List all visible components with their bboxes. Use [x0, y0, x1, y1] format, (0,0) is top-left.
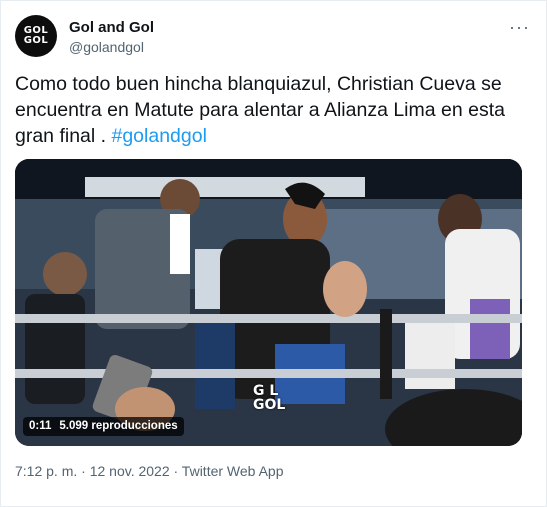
hashtag-link[interactable]: #golandgol — [111, 125, 206, 147]
tweet-meta[interactable]: 7:12 p. m. · 12 nov. 2022 · Twitter Web … — [15, 462, 283, 480]
tweet-text: Como todo buen hincha blanquiazul, Chris… — [15, 71, 530, 149]
author-names: Gol and Gol @golandgol — [69, 19, 154, 56]
video-watermark-logo: G L GOL — [253, 384, 285, 412]
tweet-body: Como todo buen hincha blanquiazul, Chris… — [15, 73, 505, 147]
display-name[interactable]: Gol and Gol — [69, 19, 154, 37]
watermark-line2: GOL — [253, 397, 286, 413]
avatar[interactable]: GOL GOL — [15, 15, 57, 57]
video-views: 5.099 reproducciones — [59, 420, 178, 432]
tweet-card: GOL GOL Gol and Gol @golandgol ··· Como … — [0, 0, 547, 507]
tweet-header: GOL GOL Gol and Gol @golandgol ··· — [15, 15, 534, 61]
avatar-logo-bottom: GOL — [23, 35, 49, 46]
video-info-badge: 0:11 5.099 reproducciones — [23, 417, 184, 436]
watermark-line1: G L — [253, 383, 279, 399]
video-player[interactable]: G L GOL 0:11 5.099 reproducciones — [15, 159, 522, 446]
user-handle[interactable]: @golandgol — [69, 38, 154, 56]
video-duration: 0:11 — [29, 420, 52, 432]
more-options-icon[interactable]: ··· — [509, 17, 530, 38]
